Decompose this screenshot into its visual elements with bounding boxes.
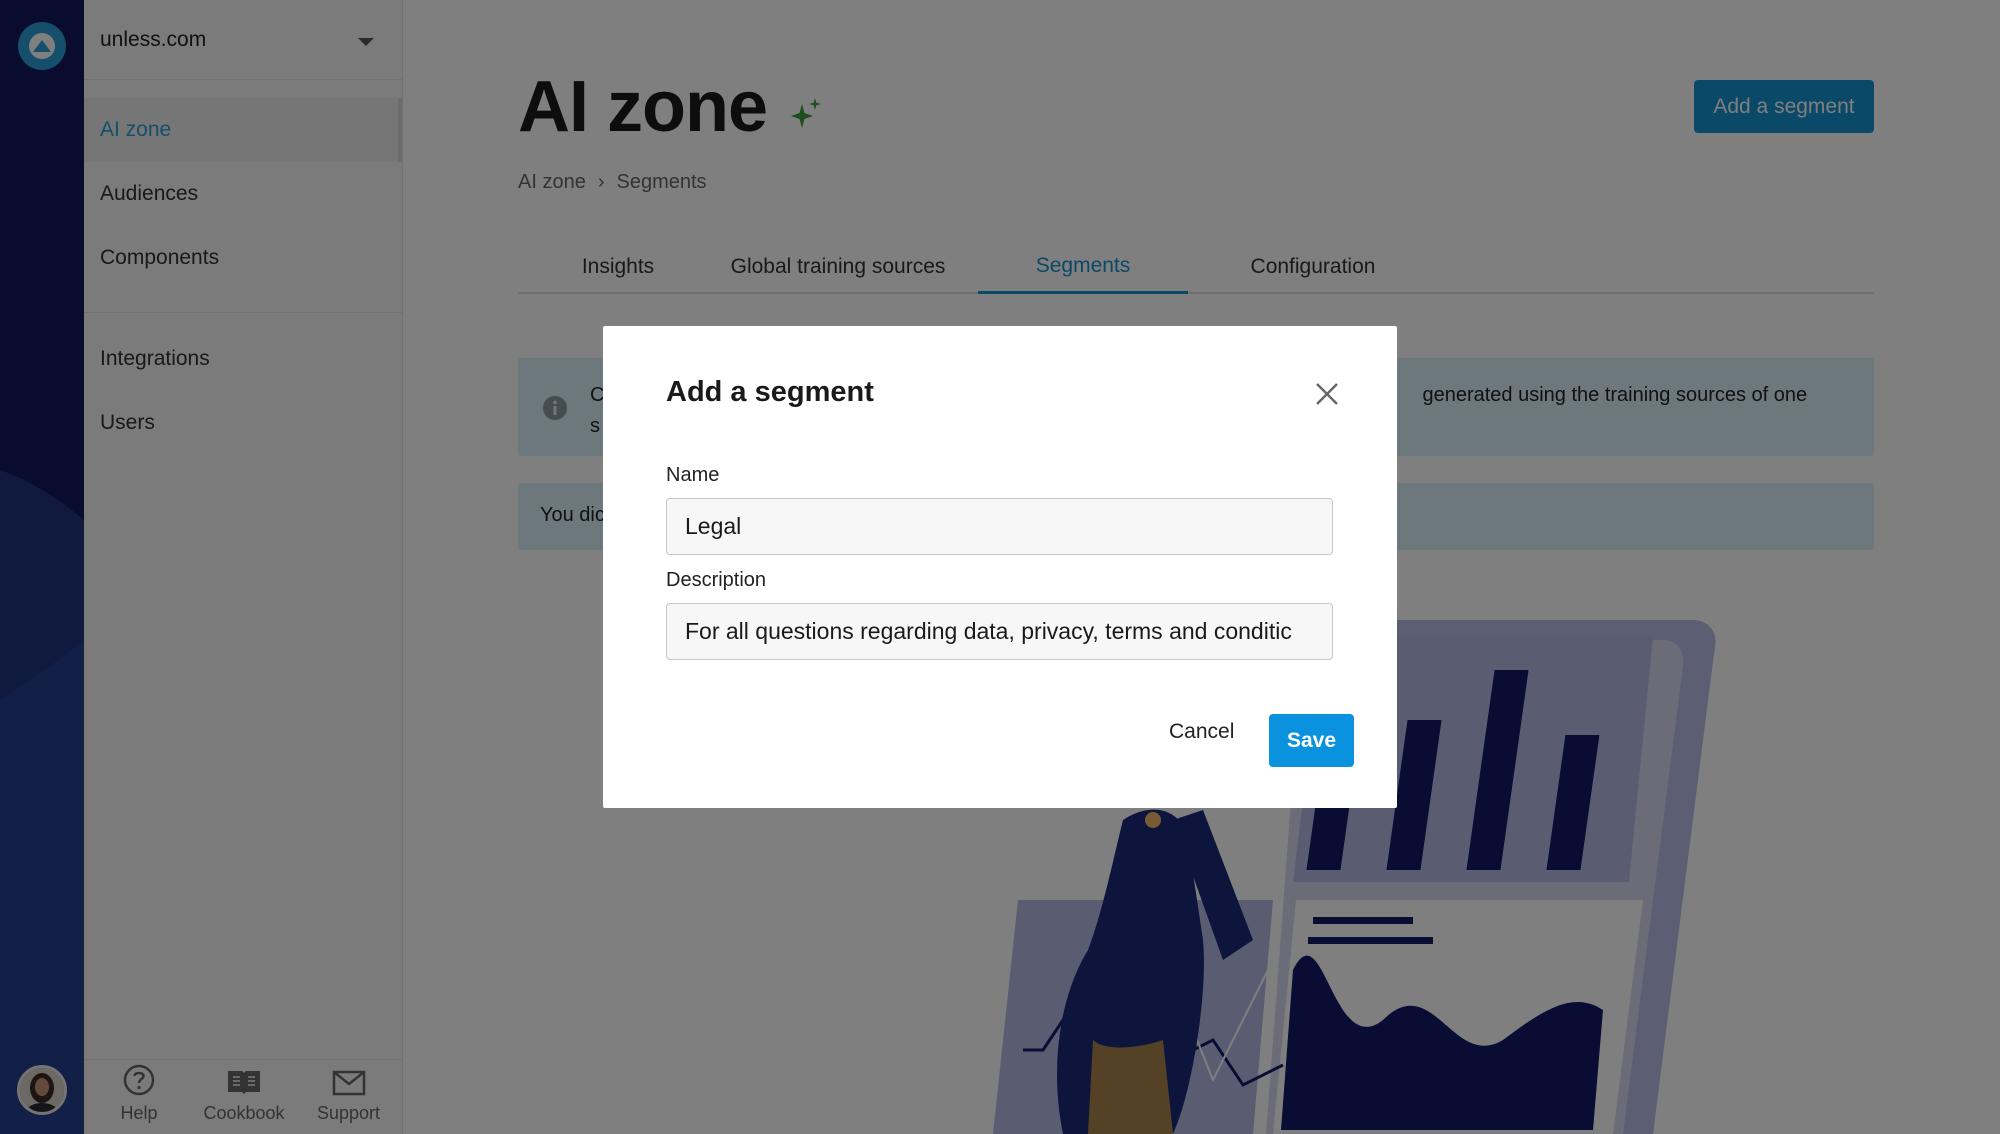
save-button[interactable]: Save (1269, 714, 1354, 767)
name-input[interactable] (685, 513, 1314, 540)
close-button[interactable] (1311, 378, 1343, 410)
dialog-title: Add a segment (666, 376, 874, 408)
close-icon (1316, 383, 1338, 405)
description-input[interactable] (685, 618, 1314, 645)
name-field[interactable] (666, 498, 1333, 555)
name-label: Name (666, 464, 720, 486)
description-label: Description (666, 569, 767, 591)
description-field[interactable] (666, 603, 1333, 660)
add-segment-dialog: Add a segment Name Description Cancel Sa… (603, 326, 1397, 808)
cancel-button[interactable]: Cancel (1169, 714, 1234, 750)
